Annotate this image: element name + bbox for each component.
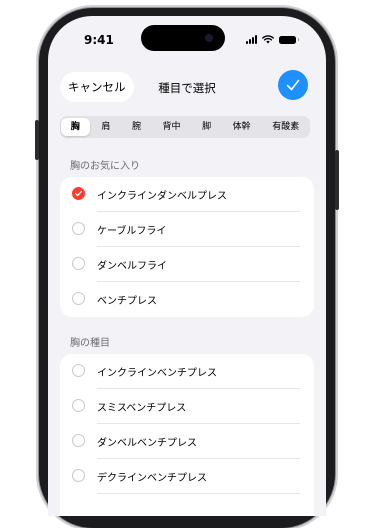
checked-circle-icon: [72, 187, 85, 200]
list-item-label: ケーブルフライ: [97, 226, 167, 237]
battery-icon: [279, 35, 299, 44]
segment-legs[interactable]: 脚: [192, 118, 221, 136]
empty-circle-icon: [72, 399, 85, 412]
list-item-label: インクラインダンベルプレス: [97, 191, 227, 202]
list-item-label: ベンチプレス: [97, 296, 157, 307]
favorites-header: 胸のお気に入り: [70, 161, 140, 172]
power-button: [335, 150, 339, 210]
divider: [97, 493, 300, 494]
list-item[interactable]: インクラインダンベルプレス: [60, 177, 314, 212]
segment-back[interactable]: 背中: [153, 118, 191, 136]
exercises-header: 胸の種目: [70, 338, 110, 349]
empty-circle-icon: [72, 222, 85, 235]
body-part-segmented-control: 胸 肩 腕 背中 脚 体幹 有酸素: [60, 116, 310, 138]
list-item[interactable]: スミスベンチプレス: [60, 389, 314, 424]
segment-cardio[interactable]: 有酸素: [262, 118, 309, 136]
segment-core[interactable]: 体幹: [223, 118, 261, 136]
empty-circle-icon: [72, 292, 85, 305]
favorites-list: インクラインダンベルプレス ケーブルフライ ダンベルフライ ベンチプレス: [60, 177, 314, 317]
segment-shoulders[interactable]: 肩: [92, 118, 121, 136]
screen: 9:41 キャンセル 種目で選択 胸 肩 腕 背中 脚 体幹 有酸素 胸のお気に…: [48, 16, 326, 516]
list-item-label: インクラインベンチプレス: [97, 368, 217, 379]
list-item[interactable]: ケーブルフライ: [60, 212, 314, 247]
list-item-label: スミスベンチプレス: [97, 403, 187, 414]
volume-button: [35, 120, 39, 160]
empty-circle-icon: [72, 469, 85, 482]
empty-circle-icon: [72, 364, 85, 377]
segment-arms[interactable]: 腕: [122, 118, 151, 136]
dynamic-island: [141, 25, 225, 51]
empty-circle-icon: [72, 257, 85, 270]
camera-icon: [205, 34, 213, 42]
list-item[interactable]: インクラインベンチプレス: [60, 354, 314, 389]
list-item-label: ダンベルベンチプレス: [97, 438, 197, 449]
confirm-button[interactable]: [278, 70, 308, 100]
segment-chest[interactable]: 胸: [61, 118, 90, 136]
checkmark-icon: [286, 79, 300, 91]
signal-icon: [246, 35, 257, 44]
list-item[interactable]: デクラインベンチプレス: [60, 459, 314, 494]
exercise-picker-sheet: キャンセル 種目で選択 胸 肩 腕 背中 脚 体幹 有酸素 胸のお気に入り イン…: [48, 62, 326, 516]
list-item-label: ダンベルフライ: [97, 261, 167, 272]
exercises-list: インクラインベンチプレス スミスベンチプレス ダンベルベンチプレス デクラインベ…: [60, 354, 314, 516]
list-item[interactable]: ベンチプレス: [60, 282, 314, 317]
list-item-label: デクラインベンチプレス: [97, 473, 207, 484]
list-item[interactable]: ダンベルベンチプレス: [60, 424, 314, 459]
status-time: 9:41: [84, 33, 114, 47]
status-icons: [246, 35, 299, 44]
wifi-icon: [262, 35, 274, 44]
empty-circle-icon: [72, 434, 85, 447]
list-item[interactable]: ダンベルフライ: [60, 247, 314, 282]
